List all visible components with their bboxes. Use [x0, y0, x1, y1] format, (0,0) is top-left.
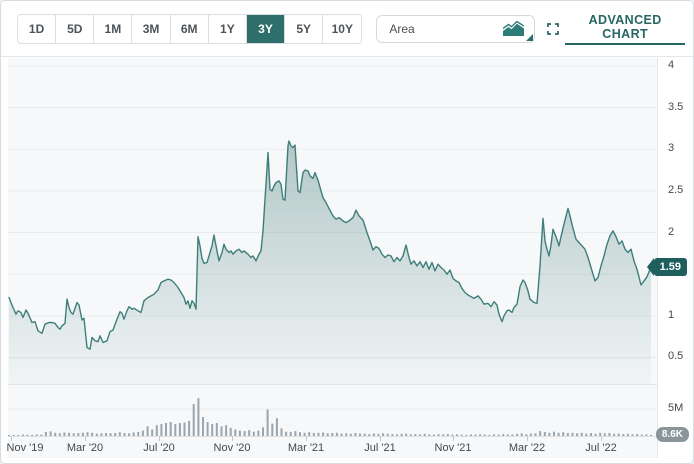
y-axis-label: 3	[668, 142, 675, 155]
select-corner-grip-icon	[526, 33, 534, 41]
x-axis-label: Nov '21	[434, 442, 472, 454]
range-button-1d[interactable]: 1D	[18, 14, 57, 43]
chart-type-select[interactable]: Area	[376, 14, 536, 43]
range-button-5y[interactable]: 5Y	[285, 14, 324, 43]
y-axis-label: 4	[668, 59, 675, 71]
chart-plot-area[interactable]	[8, 58, 658, 436]
last-volume-badge: 8.6K	[655, 427, 689, 442]
range-button-1m[interactable]: 1M	[94, 14, 133, 43]
last-price-badge: 1.59	[646, 258, 687, 276]
range-button-6m[interactable]: 6M	[170, 14, 209, 43]
range-button-3m[interactable]: 3M	[132, 14, 171, 43]
advanced-chart-link[interactable]: ADVANCED CHART	[547, 13, 685, 45]
y-axis-label: 1	[668, 308, 675, 321]
area-chart-icon	[503, 21, 525, 36]
x-axis-label: Jul '20	[143, 442, 175, 454]
range-button-10y[interactable]: 10Y	[323, 14, 362, 43]
y-axis-label: 0.5	[668, 350, 684, 363]
x-axis-label: Nov '19	[6, 442, 44, 454]
x-axis-label: Jul '22	[585, 442, 617, 454]
advanced-chart-label: ADVANCED CHART	[565, 13, 685, 45]
range-button-3y[interactable]: 3Y	[246, 14, 286, 43]
x-axis-label: Mar '20	[66, 442, 104, 454]
range-button-1y[interactable]: 1Y	[208, 14, 247, 43]
x-axis-label: Mar '22	[508, 442, 546, 454]
x-axis-label: Mar '21	[287, 442, 325, 454]
y-axis-label: 3.5	[668, 100, 684, 113]
time-range-group: 1D 5D 1M 3M 6M 1Y 3Y 5Y 10Y	[17, 13, 363, 44]
x-axis-label: Nov '20	[213, 442, 251, 454]
range-button-5d[interactable]: 5D	[56, 14, 95, 43]
stock-chart-widget: 1D 5D 1M 3M 6M 1Y 3Y 5Y 10Y Area ADVANCED	[0, 0, 694, 464]
y-axis-label: 2	[668, 225, 675, 238]
y-axis-label: 2.5	[668, 183, 684, 196]
expand-icon	[547, 22, 560, 35]
x-axis-label: Jul '21	[364, 442, 396, 454]
volume-axis-label: 5M	[668, 402, 684, 414]
chart-toolbar: 1D 5D 1M 3M 6M 1Y 3Y 5Y 10Y Area ADVANCED	[1, 1, 693, 57]
chart-type-value: Area	[389, 21, 415, 36]
